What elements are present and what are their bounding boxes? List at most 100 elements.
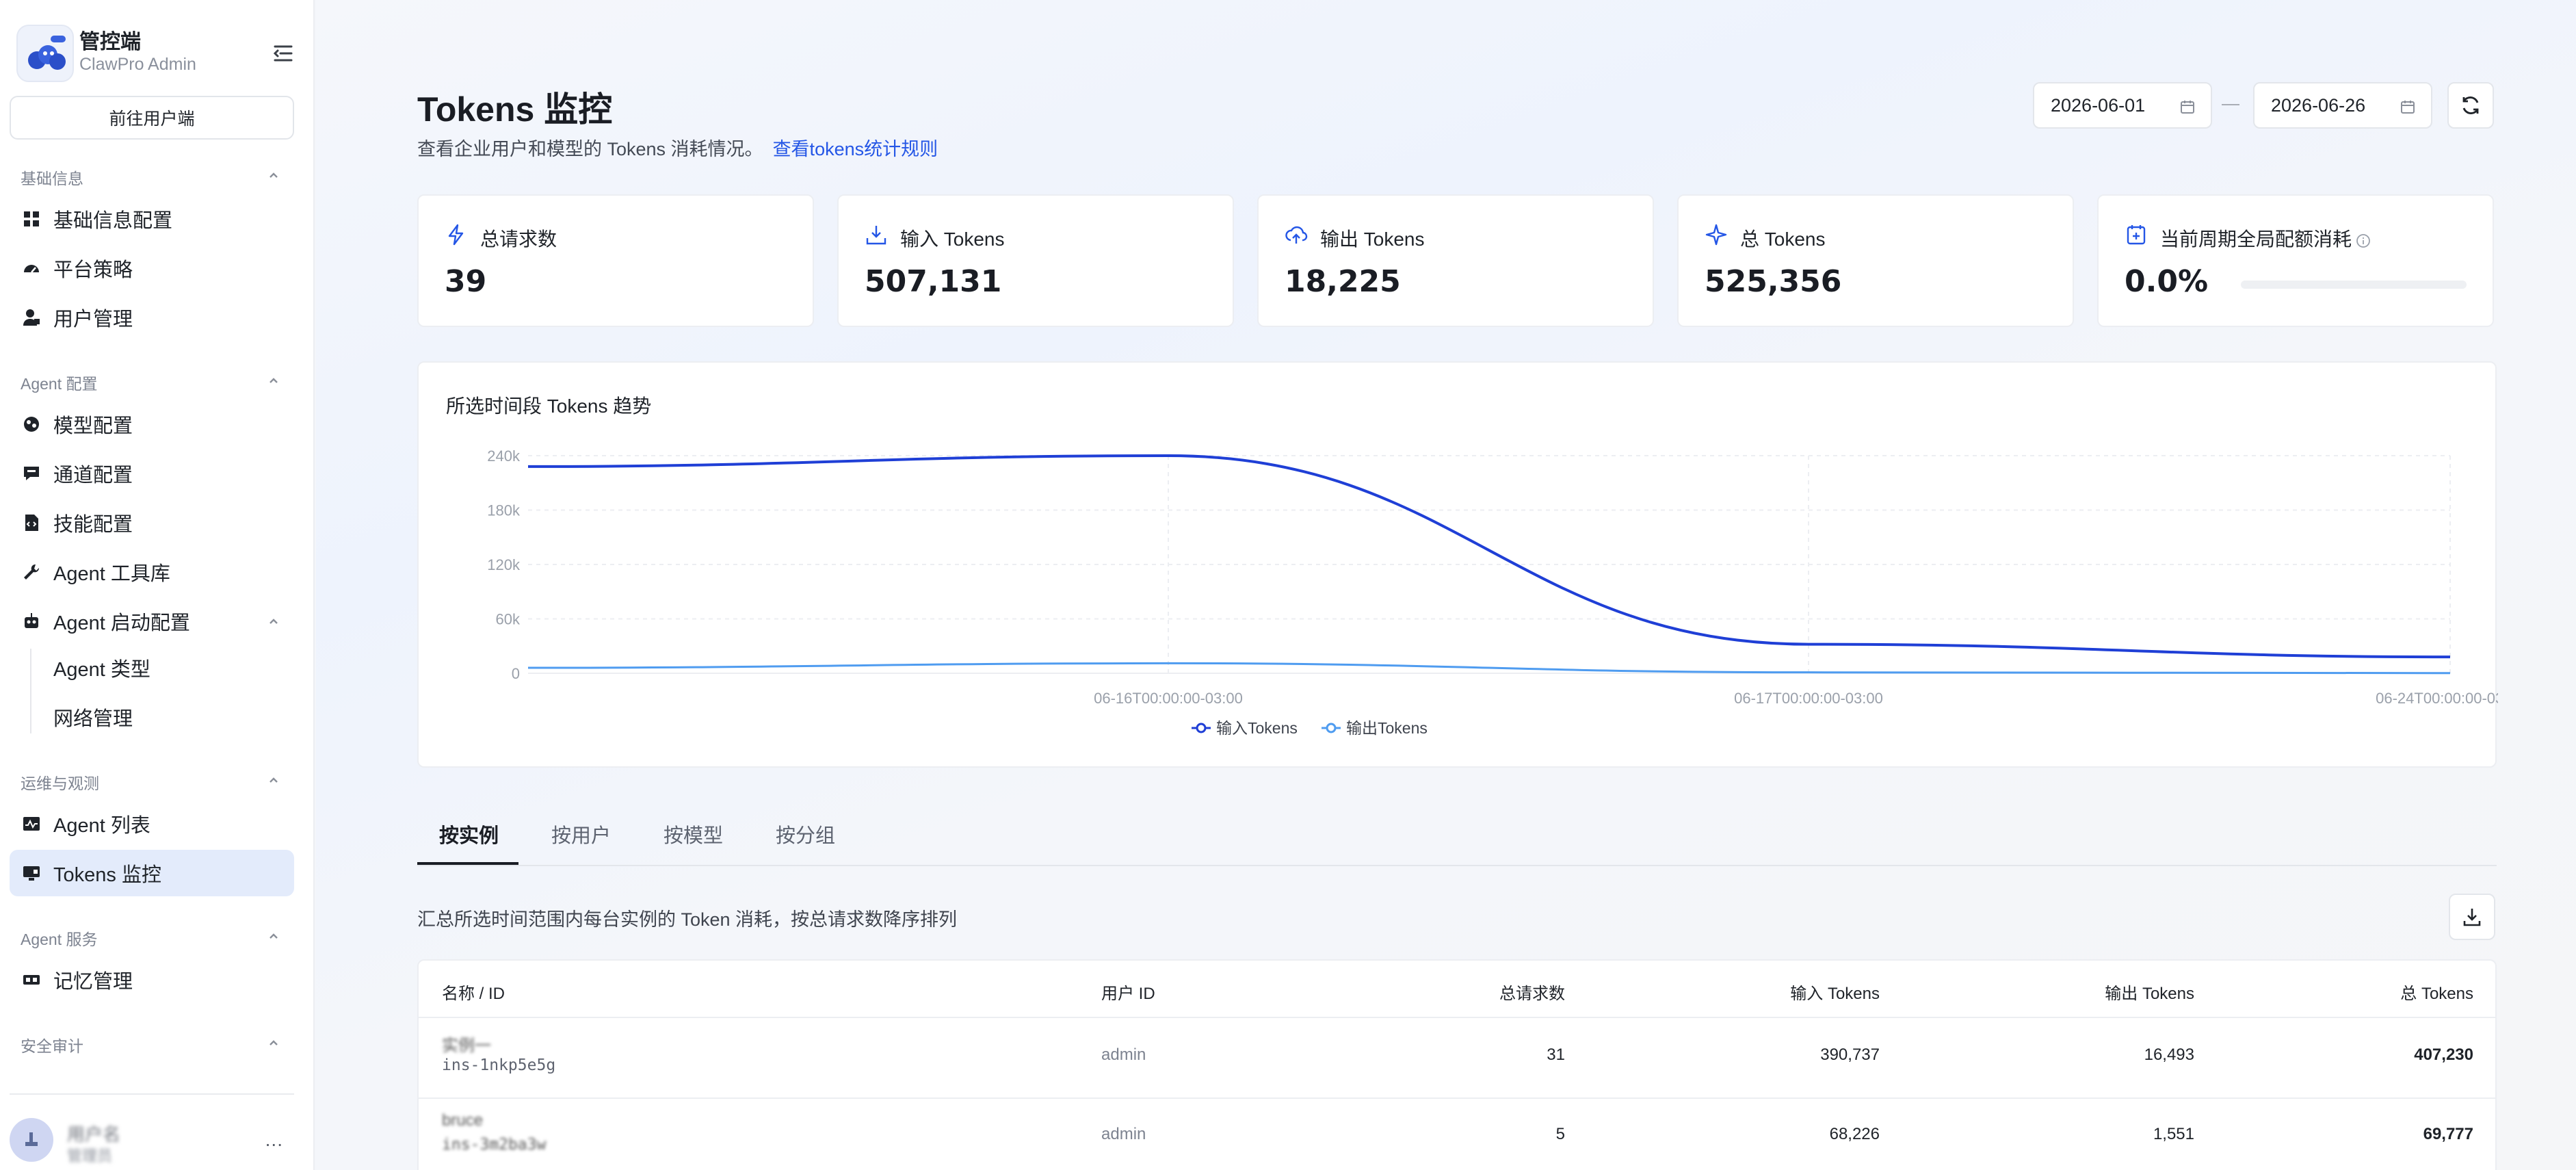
page-title: Tokens 监控: [417, 90, 613, 129]
sidebar-item-label: Agent 类型: [53, 659, 150, 681]
sidebar-item-model-config[interactable]: 模型配置: [10, 401, 294, 447]
column-header: 输入 Tokens: [1790, 985, 1880, 1003]
stat-label: 输出 Tokens: [1320, 229, 1425, 250]
calendar-icon: [2401, 101, 2415, 114]
tab-by-group[interactable]: 按分组: [776, 820, 835, 848]
goto-user-button[interactable]: 前往用户端: [10, 96, 294, 140]
activity-icon: [23, 817, 40, 831]
legend-marker-dot: [1326, 723, 1337, 733]
chevron-up-icon: [270, 172, 278, 178]
tab-by-model[interactable]: 按模型: [663, 820, 723, 848]
sidebar-item-network-management[interactable]: 网络管理: [10, 694, 294, 740]
nav-group-ops[interactable]: 运维与观测: [21, 770, 280, 794]
robot-icon: [25, 613, 38, 628]
sidebar-item-label: 平台策略: [53, 259, 133, 281]
nav-group-label: Agent 配置: [21, 375, 98, 393]
column-header: 用户 ID: [1101, 985, 1155, 1003]
sidebar-item-agent-tools[interactable]: Agent 工具库: [10, 549, 294, 595]
app-logo: [16, 25, 74, 82]
sidebar-item-label: 模型配置: [53, 415, 133, 437]
stat-value: 0.0%: [2125, 264, 2209, 299]
sidebar-item-basic-config[interactable]: 基础信息配置: [10, 196, 294, 242]
active-tab-indicator: [417, 862, 518, 865]
legend-label: 输出Tokens: [1346, 719, 1428, 737]
nav-group-basic[interactable]: 基础信息: [21, 166, 280, 189]
y-tick-label: 120k: [487, 556, 521, 573]
grid-icon: [24, 211, 39, 226]
table-description: 汇总所选时间范围内每台实例的 Token 消耗，按总请求数降序排列: [417, 909, 958, 930]
calendar-icon: [2181, 101, 2194, 114]
sidebar-item-label: 通道配置: [53, 465, 133, 486]
tokens-trend-chart: 所选时间段 Tokens 趋势 0 60k 120k 180k 240k 06-16T00…: [417, 361, 2498, 768]
end-date-picker[interactable]: 2026-06-26: [2253, 82, 2432, 129]
x-tick-label: 06-17T00:00:00-03:00: [1734, 690, 1883, 707]
sparkle-icon: [1705, 224, 1727, 246]
nav-group-label: 运维与观测: [21, 775, 99, 792]
cloud-upload-icon: [1285, 226, 1308, 244]
instance-id[interactable]: ins-1nkp5e5g: [442, 1056, 555, 1074]
nav-group-agent-config[interactable]: Agent 配置: [21, 371, 280, 394]
total-tokens-value: 407,230: [2414, 1045, 2473, 1064]
chevron-up-icon: [270, 619, 278, 624]
sidebar-item-label: 基础信息配置: [53, 210, 173, 232]
avatar[interactable]: [10, 1118, 53, 1162]
nav-group-security-audit[interactable]: 安全审计: [21, 1033, 280, 1056]
stat-card-input-tokens: 输入 Tokens 507,131: [837, 194, 1234, 327]
sidebar-item-platform-policy[interactable]: 平台策略: [10, 245, 294, 291]
model-icon: [24, 417, 39, 432]
sidebar-item-tokens-monitor[interactable]: Tokens 监控: [10, 850, 294, 896]
y-tick-label: 180k: [487, 502, 521, 519]
stat-label: 总请求数: [480, 229, 557, 250]
sidebar-item-agent-launch-config[interactable]: Agent 启动配置: [10, 598, 294, 645]
more-options-button[interactable]: ...: [265, 1129, 283, 1151]
end-date-value: 2026-06-26: [2271, 94, 2366, 116]
sidebar-item-label: Agent 启动配置: [53, 612, 190, 634]
stat-card-quota-usage: 当前周期全局配额消耗 0.0%: [2097, 194, 2494, 327]
brand-title: 管控端: [79, 31, 141, 53]
sidebar-item-label: Agent 工具库: [53, 563, 170, 585]
nav-group-label: 安全审计: [21, 1037, 83, 1055]
instance-name: bruce: [442, 1111, 484, 1130]
download-button[interactable]: [2449, 894, 2495, 940]
page-description-text: 查看企业用户和模型的 Tokens 消耗情况。: [417, 139, 763, 159]
table-header-divider: [419, 1017, 2495, 1018]
requests-value: 31: [1547, 1045, 1565, 1064]
user-id: admin: [1101, 1125, 1146, 1143]
token-rules-link[interactable]: 查看tokens统计规则: [773, 139, 938, 159]
sidebar-item-agent-type[interactable]: Agent 类型: [10, 645, 294, 691]
nav-group-label: Agent 服务: [21, 931, 98, 948]
gauge-icon: [24, 265, 39, 273]
refresh-button[interactable]: [2447, 82, 2494, 129]
x-tick-label: 06-24T00:00:00-03:00: [2376, 690, 2498, 707]
sidebar-item-user-management[interactable]: 用户管理: [10, 294, 294, 341]
sidebar-item-memory-management[interactable]: 记忆管理: [10, 957, 294, 1003]
total-tokens-value: 69,777: [2423, 1125, 2473, 1143]
instance-id[interactable]: ins-3m2ba3w: [442, 1136, 546, 1154]
series-line-input-tokens: [527, 454, 2451, 659]
sidebar-item-label: Agent 列表: [53, 815, 150, 837]
column-header: 总 Tokens: [2400, 985, 2473, 1003]
sidebar-item-agent-list[interactable]: Agent 列表: [10, 801, 294, 847]
nav-group-agent-service[interactable]: Agent 服务: [21, 926, 280, 950]
collapse-sidebar-icon[interactable]: [268, 38, 298, 68]
tab-by-instance[interactable]: 按实例: [439, 820, 499, 848]
output-tokens-value: 1,551: [2153, 1125, 2194, 1143]
user-profile[interactable]: 用户名 管理员 ...: [10, 1115, 294, 1170]
monitor-icon: [23, 866, 40, 881]
requests-value: 5: [1555, 1125, 1565, 1143]
start-date-picker[interactable]: 2026-06-01: [2033, 82, 2212, 129]
chevron-up-icon: [270, 777, 278, 783]
sidebar-item-channel-config[interactable]: 通道配置: [10, 450, 294, 497]
info-icon[interactable]: [2356, 233, 2371, 248]
table-row-divider: [419, 1097, 2495, 1099]
output-tokens-value: 16,493: [2144, 1045, 2194, 1064]
tab-by-user[interactable]: 按用户: [551, 820, 611, 848]
x-tick-label: 06-16T00:00:00-03:00: [1094, 690, 1243, 707]
code-file-icon: [25, 515, 38, 531]
date-range-separator: [2222, 104, 2239, 105]
user-name: 用户名: [67, 1124, 121, 1145]
user-id: admin: [1101, 1045, 1146, 1064]
sidebar-item-skill-config[interactable]: 技能配置: [10, 499, 294, 546]
chevron-up-icon: [270, 1040, 278, 1045]
stat-label: 输入 Tokens: [900, 229, 1005, 250]
